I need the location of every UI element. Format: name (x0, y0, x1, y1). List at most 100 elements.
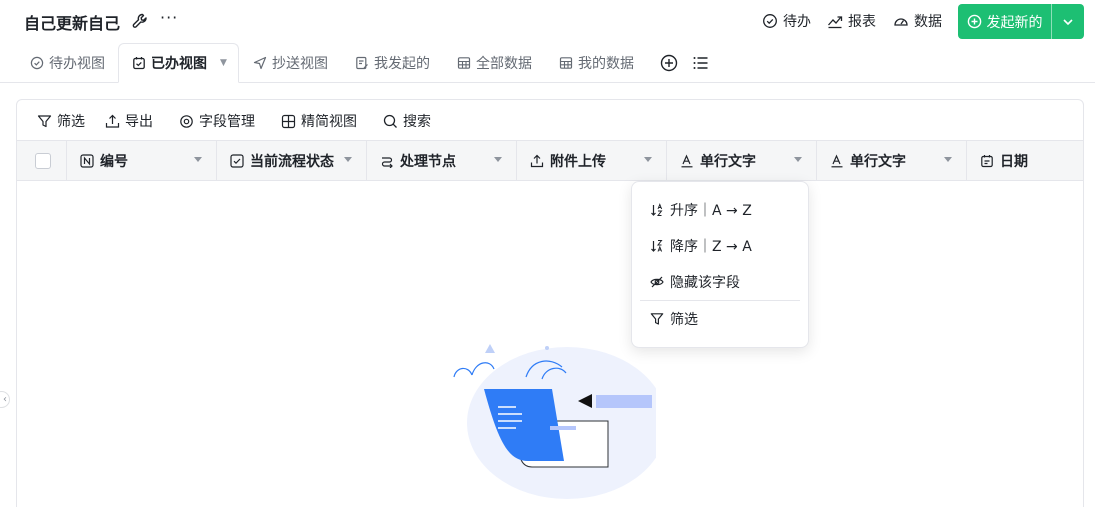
search-button[interactable]: 搜索 (383, 111, 431, 131)
column-label: 编号 (100, 154, 128, 170)
column-label: 单行文字 (700, 154, 756, 170)
start-new-split-button: 发起新的 (958, 4, 1084, 39)
tab-label: 我的数据 (578, 56, 634, 72)
search-label: 搜索 (403, 114, 431, 130)
tab-all-data[interactable]: 全部数据 (457, 43, 532, 83)
top-header: 自己更新自己 ··· 待办 报表 数据 发起新的 (0, 0, 1095, 43)
column-header-status[interactable]: 当前流程状态 (217, 141, 367, 181)
column-sort-menu: 升序｜A → Z 降序｜Z → A 隐藏该字段 筛选 (631, 181, 809, 348)
table-grid-icon (559, 57, 573, 69)
app-title: 自己更新自己 (24, 14, 121, 33)
todo-label: 待办 (783, 14, 811, 30)
check-circle-icon (30, 56, 44, 70)
column-header-date[interactable]: 日期 (967, 141, 1083, 181)
settings-icon (180, 114, 193, 128)
number-field-icon (80, 154, 94, 168)
plus-circle-icon (967, 14, 981, 29)
start-new-dropdown[interactable] (1052, 4, 1084, 39)
export-button[interactable]: 导出 (105, 111, 153, 131)
select-all-cell (17, 141, 67, 181)
column-header-text-2[interactable]: 单行文字 (817, 141, 967, 181)
list-menu-icon[interactable] (691, 53, 711, 73)
menu-item-label: 升序｜A → Z (670, 203, 752, 219)
tab-label: 抄送视图 (272, 56, 328, 72)
tab-label: 我发起的 (374, 56, 430, 72)
menu-sort-ascending[interactable]: 升序｜A → Z (632, 195, 808, 225)
add-view-icon[interactable] (659, 53, 679, 73)
menu-divider (640, 300, 800, 301)
menu-hide-field[interactable]: 隐藏该字段 (632, 267, 808, 297)
menu-filter[interactable]: 筛选 (632, 304, 808, 334)
status-field-icon (230, 154, 244, 168)
text-field-icon (831, 154, 843, 168)
search-icon (383, 114, 397, 128)
report-label: 报表 (848, 14, 876, 30)
start-new-label: 发起新的 (986, 14, 1043, 31)
tab-todo-view[interactable]: 待办视图 (30, 43, 105, 83)
send-icon (253, 56, 267, 70)
eye-off-icon (650, 276, 664, 288)
wrench-icon[interactable] (131, 12, 149, 30)
report-button[interactable]: 报表 (827, 11, 876, 31)
menu-item-label: 筛选 (670, 312, 698, 328)
column-header-node[interactable]: 处理节点 (367, 141, 517, 181)
table-grid-icon (457, 57, 471, 69)
dashboard-gauge-icon (894, 18, 908, 26)
edit-document-icon (356, 56, 368, 70)
filter-label: 筛选 (57, 114, 85, 130)
table-toolbar: 筛选 导出 字段管理 精简视图 搜索 (17, 100, 1083, 141)
data-button[interactable]: 数据 (893, 11, 942, 31)
column-header-attachment[interactable]: 附件上传 (517, 141, 667, 181)
field-manage-label: 字段管理 (199, 114, 255, 130)
tab-initiated[interactable]: 我发起的 (355, 43, 430, 83)
column-menu-caret-icon[interactable] (194, 157, 202, 162)
tab-label: 全部数据 (476, 56, 532, 72)
table-header: 编号 当前流程状态 处理节点 附件上传 单行文字 单行文字 日期 (17, 141, 1083, 181)
column-header-number[interactable]: 编号 (67, 141, 217, 181)
compact-view-button[interactable]: 精简视图 (281, 111, 357, 131)
data-table-card: 筛选 导出 字段管理 精简视图 搜索 编号 当前流程状态 处理节点 附件上传 单… (16, 99, 1084, 507)
tab-done-view[interactable]: 已办视图 ▼ (118, 43, 239, 83)
column-menu-caret-icon[interactable] (344, 157, 352, 162)
column-label: 处理节点 (400, 154, 456, 170)
column-label: 当前流程状态 (250, 154, 334, 170)
calendar-check-icon (133, 57, 145, 70)
tab-label: 待办视图 (49, 56, 105, 72)
menu-item-label: 降序｜Z → A (670, 239, 752, 255)
caret-down-icon[interactable]: ▼ (220, 58, 227, 68)
column-menu-caret-icon[interactable] (944, 157, 952, 162)
grid-view-icon (281, 114, 296, 128)
column-menu-caret-icon[interactable] (644, 157, 652, 162)
view-tabs: 待办视图 已办视图 ▼ 抄送视图 我发起的 全部数据 我的数据 (0, 43, 1095, 83)
export-icon (105, 114, 120, 128)
column-label: 附件上传 (550, 154, 606, 170)
column-menu-caret-icon[interactable] (494, 157, 502, 162)
field-manage-button[interactable]: 字段管理 (179, 111, 255, 131)
start-new-button[interactable]: 发起新的 (958, 4, 1052, 39)
trend-chart-icon (828, 16, 843, 29)
chevron-left-icon: ‹ (3, 394, 7, 405)
column-label: 日期 (1000, 154, 1028, 170)
chevron-down-icon (1063, 18, 1073, 25)
more-icon[interactable]: ··· (160, 8, 178, 27)
compact-view-label: 精简视图 (301, 114, 357, 130)
data-label: 数据 (914, 14, 942, 30)
flow-node-icon (381, 157, 393, 168)
filter-button[interactable]: 筛选 (37, 111, 85, 131)
sort-descending-icon (651, 240, 663, 252)
tab-cc-view[interactable]: 抄送视图 (253, 43, 328, 83)
collapse-sidebar-button[interactable]: ‹ (0, 391, 10, 408)
column-menu-caret-icon[interactable] (794, 157, 802, 162)
export-label: 导出 (125, 114, 153, 130)
menu-sort-descending[interactable]: 降序｜Z → A (632, 231, 808, 261)
todo-button[interactable]: 待办 (762, 11, 811, 31)
tab-label: 已办视图 (151, 56, 207, 72)
check-circle-icon (763, 14, 777, 28)
empty-state-illustration (453, 344, 656, 499)
upload-icon (530, 154, 544, 168)
column-header-text-1[interactable]: 单行文字 (667, 141, 817, 181)
tab-my-data[interactable]: 我的数据 (559, 43, 634, 83)
select-all-checkbox[interactable] (35, 153, 51, 169)
date-icon (981, 155, 993, 168)
menu-item-label: 隐藏该字段 (670, 275, 740, 291)
